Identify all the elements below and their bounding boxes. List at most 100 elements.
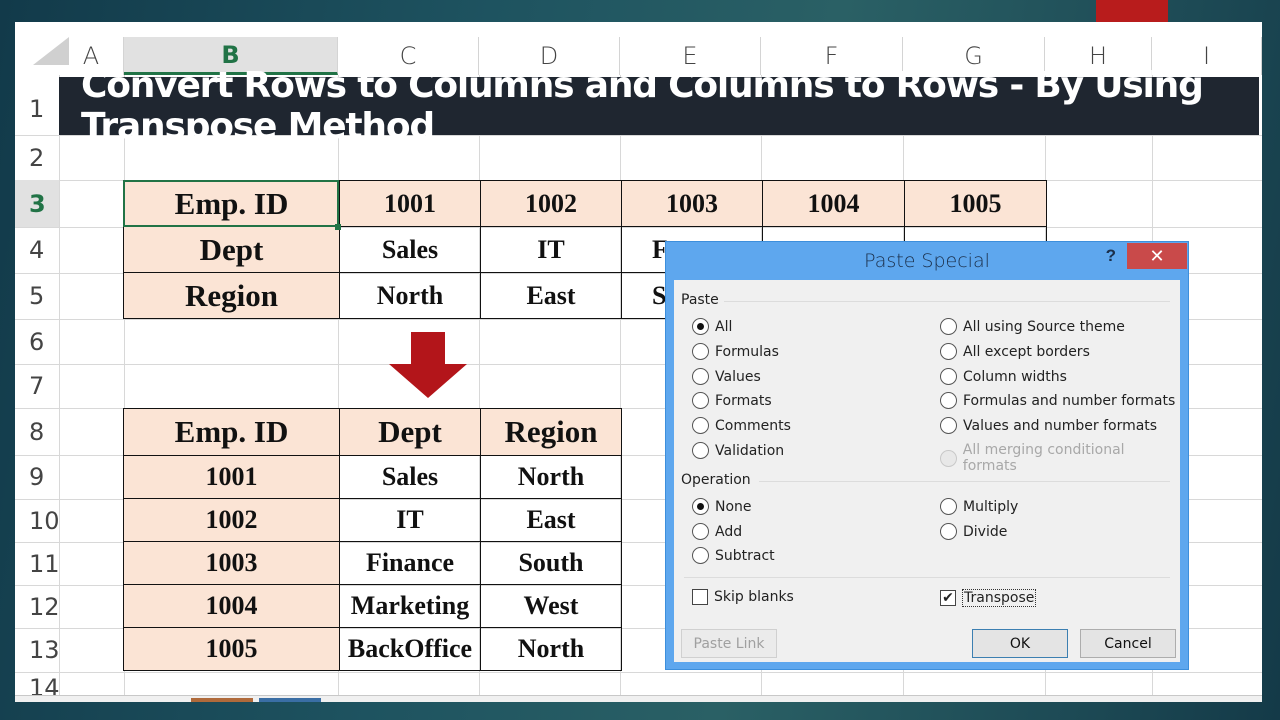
close-icon: ✕ [1149,245,1165,266]
option-label: None [715,498,752,515]
cell[interactable]: East [480,272,622,319]
cell[interactable]: 1002 [123,498,340,542]
cell-header[interactable]: Region [123,272,340,319]
option-label: Transpose [962,589,1037,607]
row-header-11[interactable]: 11 [15,542,124,585]
radio-button-icon [692,392,709,409]
radio-button-icon [940,449,957,467]
radio-all-using-source-theme[interactable]: All using Source theme [940,318,1125,335]
sheet-tab[interactable] [259,698,321,702]
cell[interactable]: 1003 [621,180,763,227]
transpose-checkbox[interactable]: ✔ Transpose [940,589,1037,607]
radio-button-icon [692,498,709,515]
radio-button-icon [940,392,957,409]
table-header-row: Emp. ID Dept Region [123,408,622,456]
cancel-button[interactable]: Cancel [1080,629,1176,658]
radio-all[interactable]: All [692,318,732,335]
radio-comments[interactable]: Comments [692,417,791,434]
row-header-3[interactable]: 3 [15,180,59,227]
cell[interactable]: North [480,627,622,671]
option-label: Formulas [715,343,779,360]
radio-formats[interactable]: Formats [692,392,772,409]
close-button[interactable]: ✕ [1127,243,1187,269]
cell[interactable]: Marketing [339,584,481,628]
radio-button-icon [940,523,957,540]
skip-blanks-checkbox[interactable]: Skip blanks [692,589,794,605]
cell[interactable]: South [480,541,622,585]
row-header-10[interactable]: 10 [15,499,124,542]
paste-group-label: Paste [681,292,719,308]
cell[interactable]: 1005 [904,180,1047,227]
radio-none[interactable]: None [692,498,752,515]
cell[interactable]: North [339,272,481,319]
cell[interactable]: West [480,584,622,628]
cell[interactable]: Sales [339,226,481,273]
row-header-6[interactable]: 6 [15,319,124,364]
radio-divide[interactable]: Divide [940,523,1007,540]
paste-special-dialog: Paste Special ? ✕ Paste All Formulas Val… [665,241,1189,670]
sheet-title: Convert Rows to Columns and Columns to R… [59,65,1259,147]
cell[interactable]: IT [480,226,622,273]
cell[interactable]: East [480,498,622,542]
option-label: Formats [715,392,772,409]
cell-header[interactable]: Dept [123,226,340,273]
radio-column-widths[interactable]: Column widths [940,368,1067,385]
radio-formulas[interactable]: Formulas [692,343,779,360]
table-row: 1003 Finance South [123,541,622,585]
option-label: All [715,318,733,335]
help-icon[interactable]: ? [1106,246,1116,266]
cell[interactable]: IT [339,498,481,542]
cell[interactable]: 1001 [123,455,340,499]
sheet-tab[interactable] [191,698,253,702]
column-heading[interactable]: Emp. ID [123,408,340,456]
cell[interactable]: BackOffice [339,627,481,671]
divider [724,301,1170,302]
row-header-12[interactable]: 12 [15,585,124,628]
radio-all-merging-conditional-formats: All merging conditional formats [940,442,1180,474]
divider [759,481,1170,482]
cell[interactable]: Sales [339,455,481,499]
option-label: Validation [715,442,785,459]
cell[interactable]: 1002 [480,180,622,227]
radio-formulas-and-number-formats[interactable]: Formulas and number formats [940,392,1175,409]
radio-multiply[interactable]: Multiply [940,498,1018,515]
row-header-14[interactable]: 14 [15,674,124,696]
checkmark-icon: ✔ [940,590,956,606]
radio-values-and-number-formats[interactable]: Values and number formats [940,417,1157,434]
column-heading[interactable]: Region [480,408,622,456]
cell[interactable]: 1003 [123,541,340,585]
option-label: All using Source theme [963,318,1125,335]
radio-button-icon [940,318,957,335]
fill-handle[interactable] [335,224,341,230]
radio-validation[interactable]: Validation [692,442,784,459]
option-label: Column widths [963,368,1067,385]
cell[interactable]: 1004 [123,584,340,628]
ok-button[interactable]: OK [972,629,1068,658]
row-header-9[interactable]: 9 [15,455,124,499]
cell[interactable]: 1001 [339,180,481,227]
cell[interactable]: 1005 [123,627,340,671]
option-label: Multiply [963,498,1019,515]
radio-add[interactable]: Add [692,523,742,540]
cell-header[interactable]: Emp. ID [123,180,340,227]
transposed-table: Emp. ID Dept Region 1001 Sales North 100… [123,408,622,671]
row-header-7[interactable]: 7 [15,364,124,408]
radio-button-icon [692,442,709,459]
radio-subtract[interactable]: Subtract [692,547,775,564]
row-header-5[interactable]: 5 [15,273,124,319]
cell[interactable]: Finance [339,541,481,585]
table-row: 1005 BackOffice North [123,627,622,671]
radio-button-icon [692,318,709,335]
cell[interactable]: 1004 [762,180,905,227]
checkbox-icon [692,589,708,605]
radio-button-icon [692,547,709,564]
cell[interactable]: North [480,455,622,499]
radio-values[interactable]: Values [692,368,761,385]
column-heading[interactable]: Dept [339,408,481,456]
row-header-4[interactable]: 4 [15,227,124,273]
radio-all-except-borders[interactable]: All except borders [940,343,1090,360]
row-header-8[interactable]: 8 [15,408,124,455]
dialog-body: Paste All Formulas Values Formats Commen… [674,280,1180,662]
radio-button-icon [692,368,709,385]
row-header-13[interactable]: 13 [15,628,124,672]
